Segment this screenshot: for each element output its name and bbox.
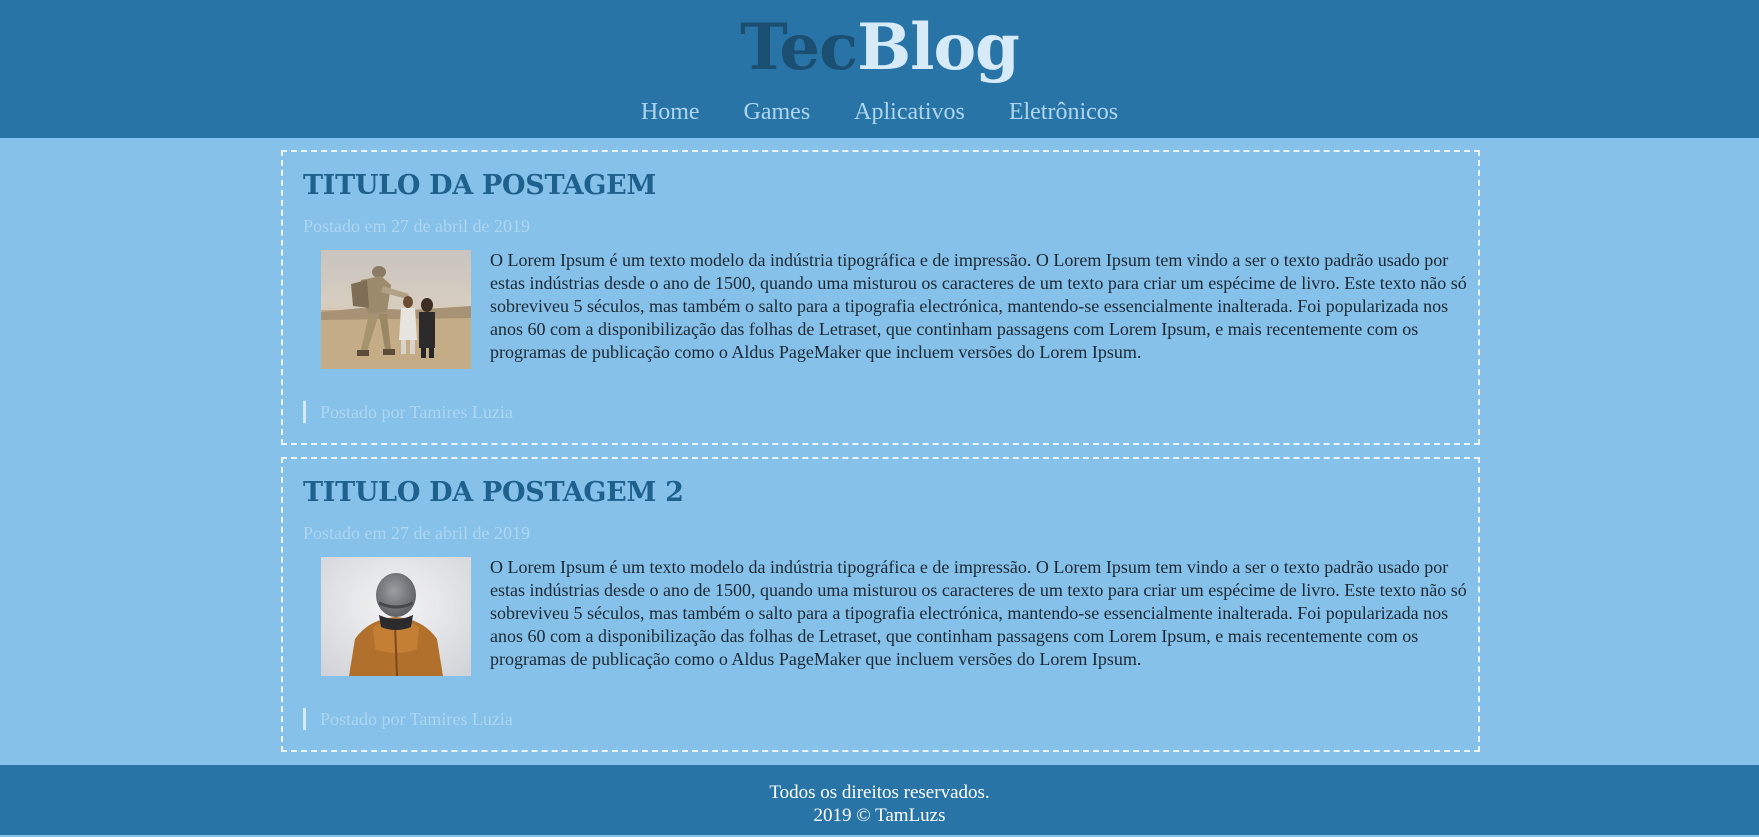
logo-part-blog: Blog — [857, 10, 1020, 85]
post-date: Postado em 27 de abril de 2019 — [303, 216, 530, 236]
post-date: Postado em 27 de abril de 2019 — [303, 523, 530, 543]
post-body: O Lorem Ipsum é um texto modelo da indús… — [490, 557, 1467, 669]
post-author: Postado por Tamires Luzia — [303, 708, 513, 730]
post-image-soldier — [321, 250, 471, 369]
post-card: TITULO DA POSTAGEM 2 Postado em 27 de ab… — [281, 457, 1480, 752]
footer-copyright: 2019 © TamLuzs — [813, 805, 946, 826]
main-nav: Home Games Aplicativos Eletrônicos — [0, 95, 1759, 132]
site-logo[interactable]: TecBlog — [0, 8, 1759, 88]
post-image-person — [321, 557, 471, 676]
nav-eletronicos-link[interactable]: Eletrônicos — [1009, 95, 1118, 129]
post-title[interactable]: TITULO DA POSTAGEM 2 — [303, 477, 684, 508]
logo-part-tec: Tec — [740, 10, 858, 85]
post-body: O Lorem Ipsum é um texto modelo da indús… — [490, 250, 1467, 362]
site-header: TecBlog Home Games Aplicativos Eletrônic… — [0, 0, 1759, 138]
footer-rights: Todos os direitos reservados. — [769, 782, 990, 803]
post-card: TITULO DA POSTAGEM Postado em 27 de abri… — [281, 150, 1480, 445]
nav-home-link[interactable]: Home — [641, 95, 700, 129]
site-footer: Todos os direitos reservados. 2019 © Tam… — [0, 765, 1759, 835]
post-author: Postado por Tamires Luzia — [303, 401, 513, 423]
nav-aplicativos-link[interactable]: Aplicativos — [854, 95, 965, 129]
nav-games-link[interactable]: Games — [744, 95, 811, 129]
post-title[interactable]: TITULO DA POSTAGEM — [303, 170, 656, 201]
